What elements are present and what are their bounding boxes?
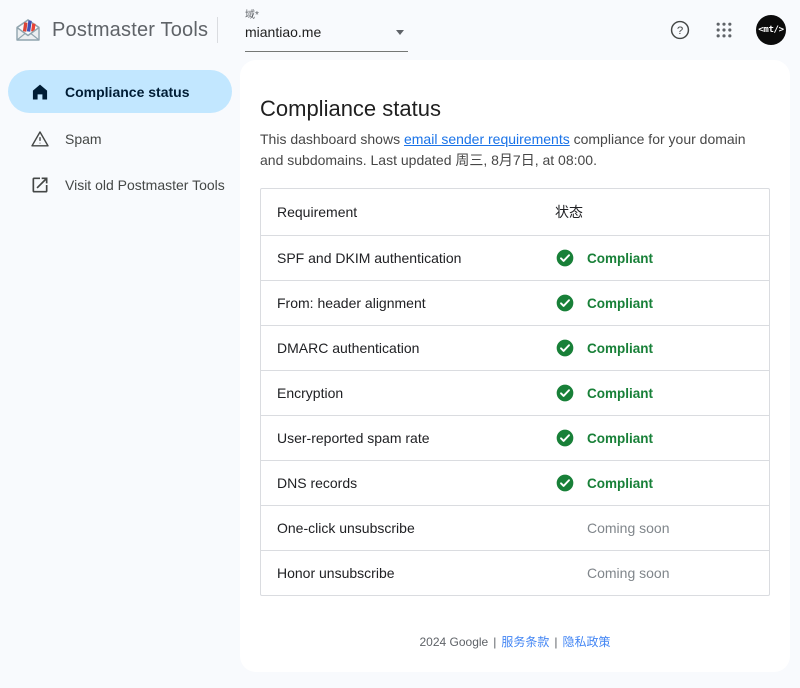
table-row: User-reported spam rate Compliant: [261, 415, 769, 460]
status-cell: Compliant: [555, 383, 769, 403]
table-row: Encryption Compliant: [261, 370, 769, 415]
compliance-table-body: SPF and DKIM authenticationCompliantFrom…: [261, 235, 769, 595]
status-cell: Compliant: [555, 428, 769, 448]
help-icon: ?: [669, 19, 691, 41]
sidebar-item-label: Spam: [65, 131, 102, 147]
table-row: From: header alignment Compliant: [261, 280, 769, 325]
status-cell: Compliant: [555, 293, 769, 313]
footer-link-terms[interactable]: 服务条款: [501, 635, 549, 649]
email-sender-requirements-link[interactable]: email sender requirements: [404, 131, 570, 147]
requirement-cell: Honor unsubscribe: [261, 565, 555, 581]
page-title: Compliance status: [260, 96, 770, 122]
footer-separator: |: [554, 635, 557, 649]
home-icon: [30, 82, 50, 102]
table-row: DNS records Compliant: [261, 460, 769, 505]
table-row: DMARC authentication Compliant: [261, 325, 769, 370]
requirement-cell: One-click unsubscribe: [261, 520, 555, 536]
warning-icon: [30, 129, 50, 149]
sidebar-item-visit-old-postmaster-tools[interactable]: Visit old Postmaster Tools: [8, 162, 232, 208]
sidebar-item-label: Compliance status: [65, 84, 189, 100]
status-text: Compliant: [587, 431, 653, 446]
sidebar-item-label: Visit old Postmaster Tools: [65, 177, 225, 193]
main-content: Compliance status This dashboard shows e…: [240, 60, 790, 672]
check-circle-icon: [555, 293, 575, 313]
sidebar: Compliance status Spam Visit old Postmas…: [0, 60, 240, 208]
topbar-divider: [217, 17, 218, 43]
domain-selector-value: miantiao.me: [245, 24, 321, 40]
topbar: Postmaster Tools 域* miantiao.me ? <mt/>: [0, 0, 800, 60]
status-text: Compliant: [587, 476, 653, 491]
column-header-requirement: Requirement: [261, 204, 555, 220]
status-text: Compliant: [587, 386, 653, 401]
status-cell: Coming soon: [555, 565, 769, 581]
help-button[interactable]: ?: [668, 18, 692, 42]
postmaster-logo-icon: [14, 17, 42, 43]
requirement-cell: From: header alignment: [261, 295, 555, 311]
check-circle-icon: [555, 383, 575, 403]
apps-grid-icon: [714, 20, 734, 40]
avatar[interactable]: <mt/>: [756, 15, 786, 45]
app-logo[interactable]: Postmaster Tools: [14, 0, 208, 60]
app-title: Postmaster Tools: [52, 19, 208, 42]
status-text: Compliant: [587, 341, 653, 356]
apps-grid-button[interactable]: [712, 18, 736, 42]
requirement-cell: DNS records: [261, 475, 555, 491]
status-cell: Compliant: [555, 248, 769, 268]
svg-text:?: ?: [677, 25, 683, 37]
status-text: Compliant: [587, 251, 653, 266]
requirement-cell: SPF and DKIM authentication: [261, 250, 555, 266]
compliance-table: Requirement 状态 SPF and DKIM authenticati…: [260, 188, 770, 596]
requirement-cell: User-reported spam rate: [261, 430, 555, 446]
description-text: This dashboard shows: [260, 131, 404, 147]
footer-separator: |: [493, 635, 496, 649]
check-circle-icon: [555, 338, 575, 358]
check-circle-icon: [555, 248, 575, 268]
status-text: Coming soon: [587, 565, 670, 581]
sidebar-item-compliance-status[interactable]: Compliance status: [8, 70, 232, 113]
column-header-status: 状态: [555, 202, 769, 222]
table-row: One-click unsubscribe Coming soon: [261, 505, 769, 550]
requirement-cell: Encryption: [261, 385, 555, 401]
status-cell: Compliant: [555, 473, 769, 493]
table-row: SPF and DKIM authentication Compliant: [261, 235, 769, 280]
domain-selector[interactable]: 域* miantiao.me: [245, 7, 408, 52]
footer-copyright: 2024 Google: [419, 635, 488, 649]
check-circle-icon: [555, 473, 575, 493]
open-in-new-icon: [30, 175, 50, 195]
status-text: Coming soon: [587, 520, 670, 536]
status-cell: Compliant: [555, 338, 769, 358]
domain-selector-label: 域*: [245, 10, 408, 22]
sidebar-item-spam[interactable]: Spam: [8, 116, 232, 162]
page-description: This dashboard shows email sender requir…: [260, 129, 770, 171]
chevron-down-icon: [396, 30, 404, 35]
footer-link-privacy[interactable]: 隐私政策: [562, 635, 610, 649]
status-text: Compliant: [587, 296, 653, 311]
status-cell: Coming soon: [555, 520, 769, 536]
footer: 2024 Google | 服务条款 | 隐私政策: [260, 623, 770, 660]
table-header-row: Requirement 状态: [261, 189, 769, 235]
check-circle-icon: [555, 428, 575, 448]
table-row: Honor unsubscribe Coming soon: [261, 550, 769, 595]
requirement-cell: DMARC authentication: [261, 340, 555, 356]
